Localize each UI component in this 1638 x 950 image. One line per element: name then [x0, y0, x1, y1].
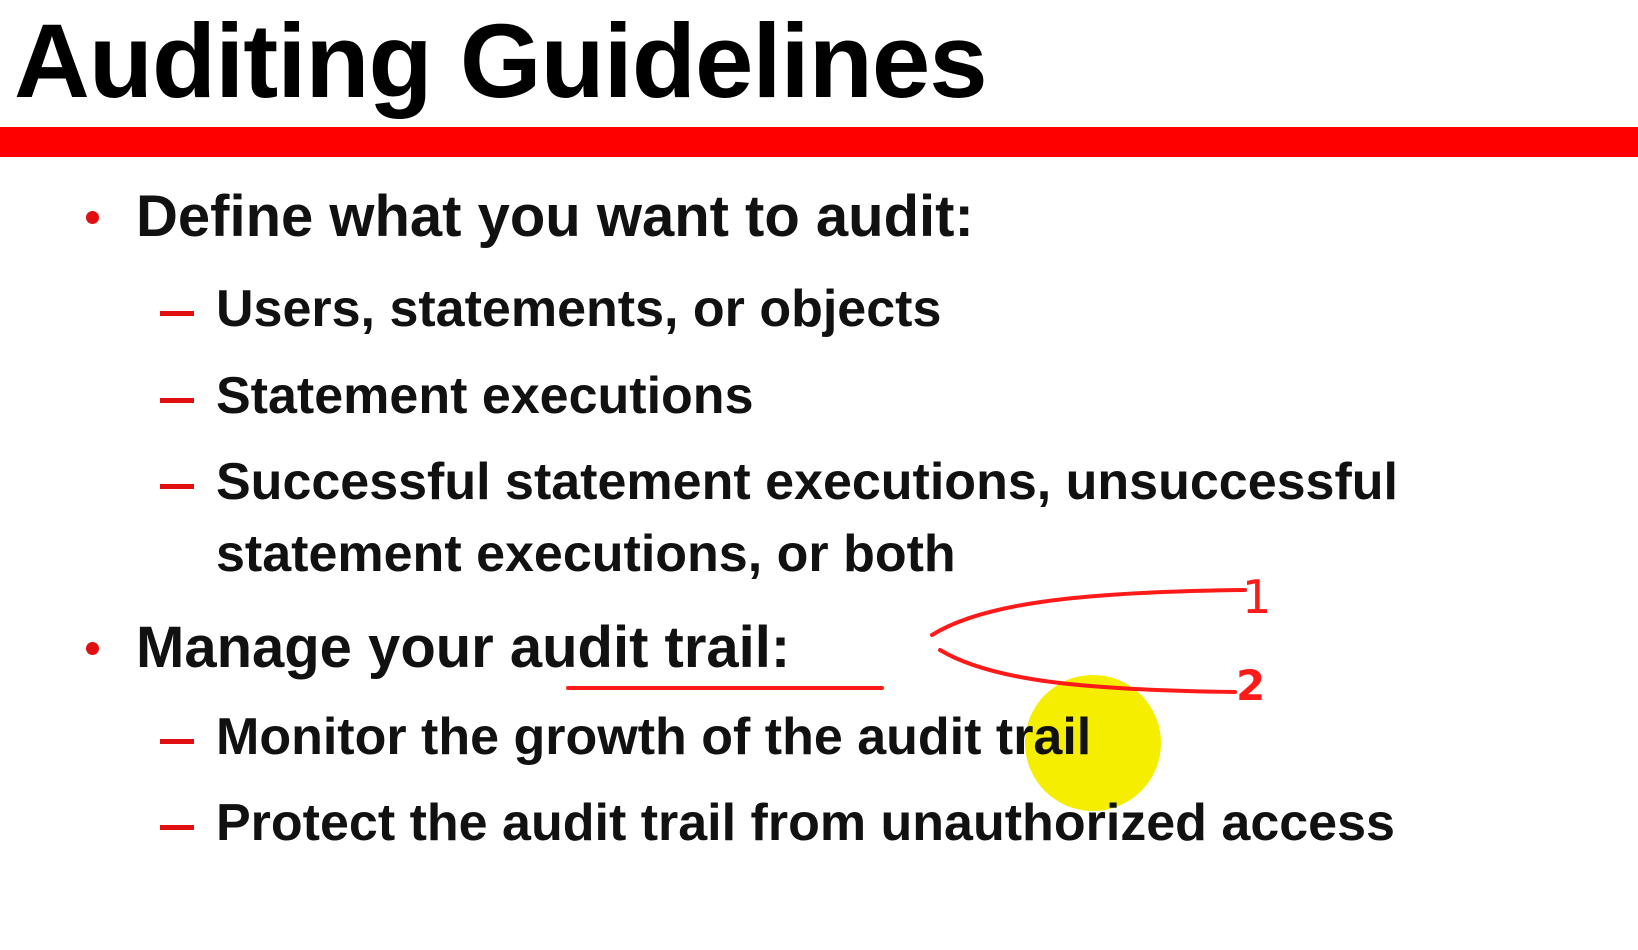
handwritten-mark-2: 2: [1236, 661, 1266, 710]
bullet-2-prefix: Manage your: [136, 615, 510, 680]
subitem-1-2: Statement executions: [216, 367, 754, 425]
dash-1-1: [160, 311, 194, 316]
subitem-2-2: Protect the audit trail from unauthorize…: [216, 794, 1395, 852]
title-divider-bar: [0, 127, 1638, 157]
dash-1-2: [160, 398, 194, 403]
bullet-dot-2: [86, 642, 99, 655]
bullet-1-text: Define what you want to audit:: [136, 184, 974, 249]
dash-2-2: [160, 825, 194, 830]
lower-brace-stroke: [938, 648, 1237, 694]
subitem-1-3-continued: statement executions, or both: [216, 525, 956, 583]
upper-brace-stroke: [930, 588, 1247, 637]
subitem-2-1: Monitor the growth of the audit trail: [216, 708, 1092, 766]
handwritten-mark-1: 1: [1242, 570, 1272, 624]
bullet-2-text: Manage your audit trail:: [136, 614, 790, 682]
slide: Auditing Guidelines Define what you want…: [0, 0, 1638, 950]
slide-title: Auditing Guidelines: [14, 3, 988, 120]
subitem-1-1: Users, statements, or objects: [216, 280, 942, 338]
bullet-dot-1: [86, 211, 99, 224]
subitem-1-3: Successful statement executions, unsucce…: [216, 453, 1398, 511]
dash-1-3: [160, 484, 194, 489]
dash-2-1: [160, 739, 194, 744]
audit-trail-phrase: audit trail:: [509, 615, 791, 680]
